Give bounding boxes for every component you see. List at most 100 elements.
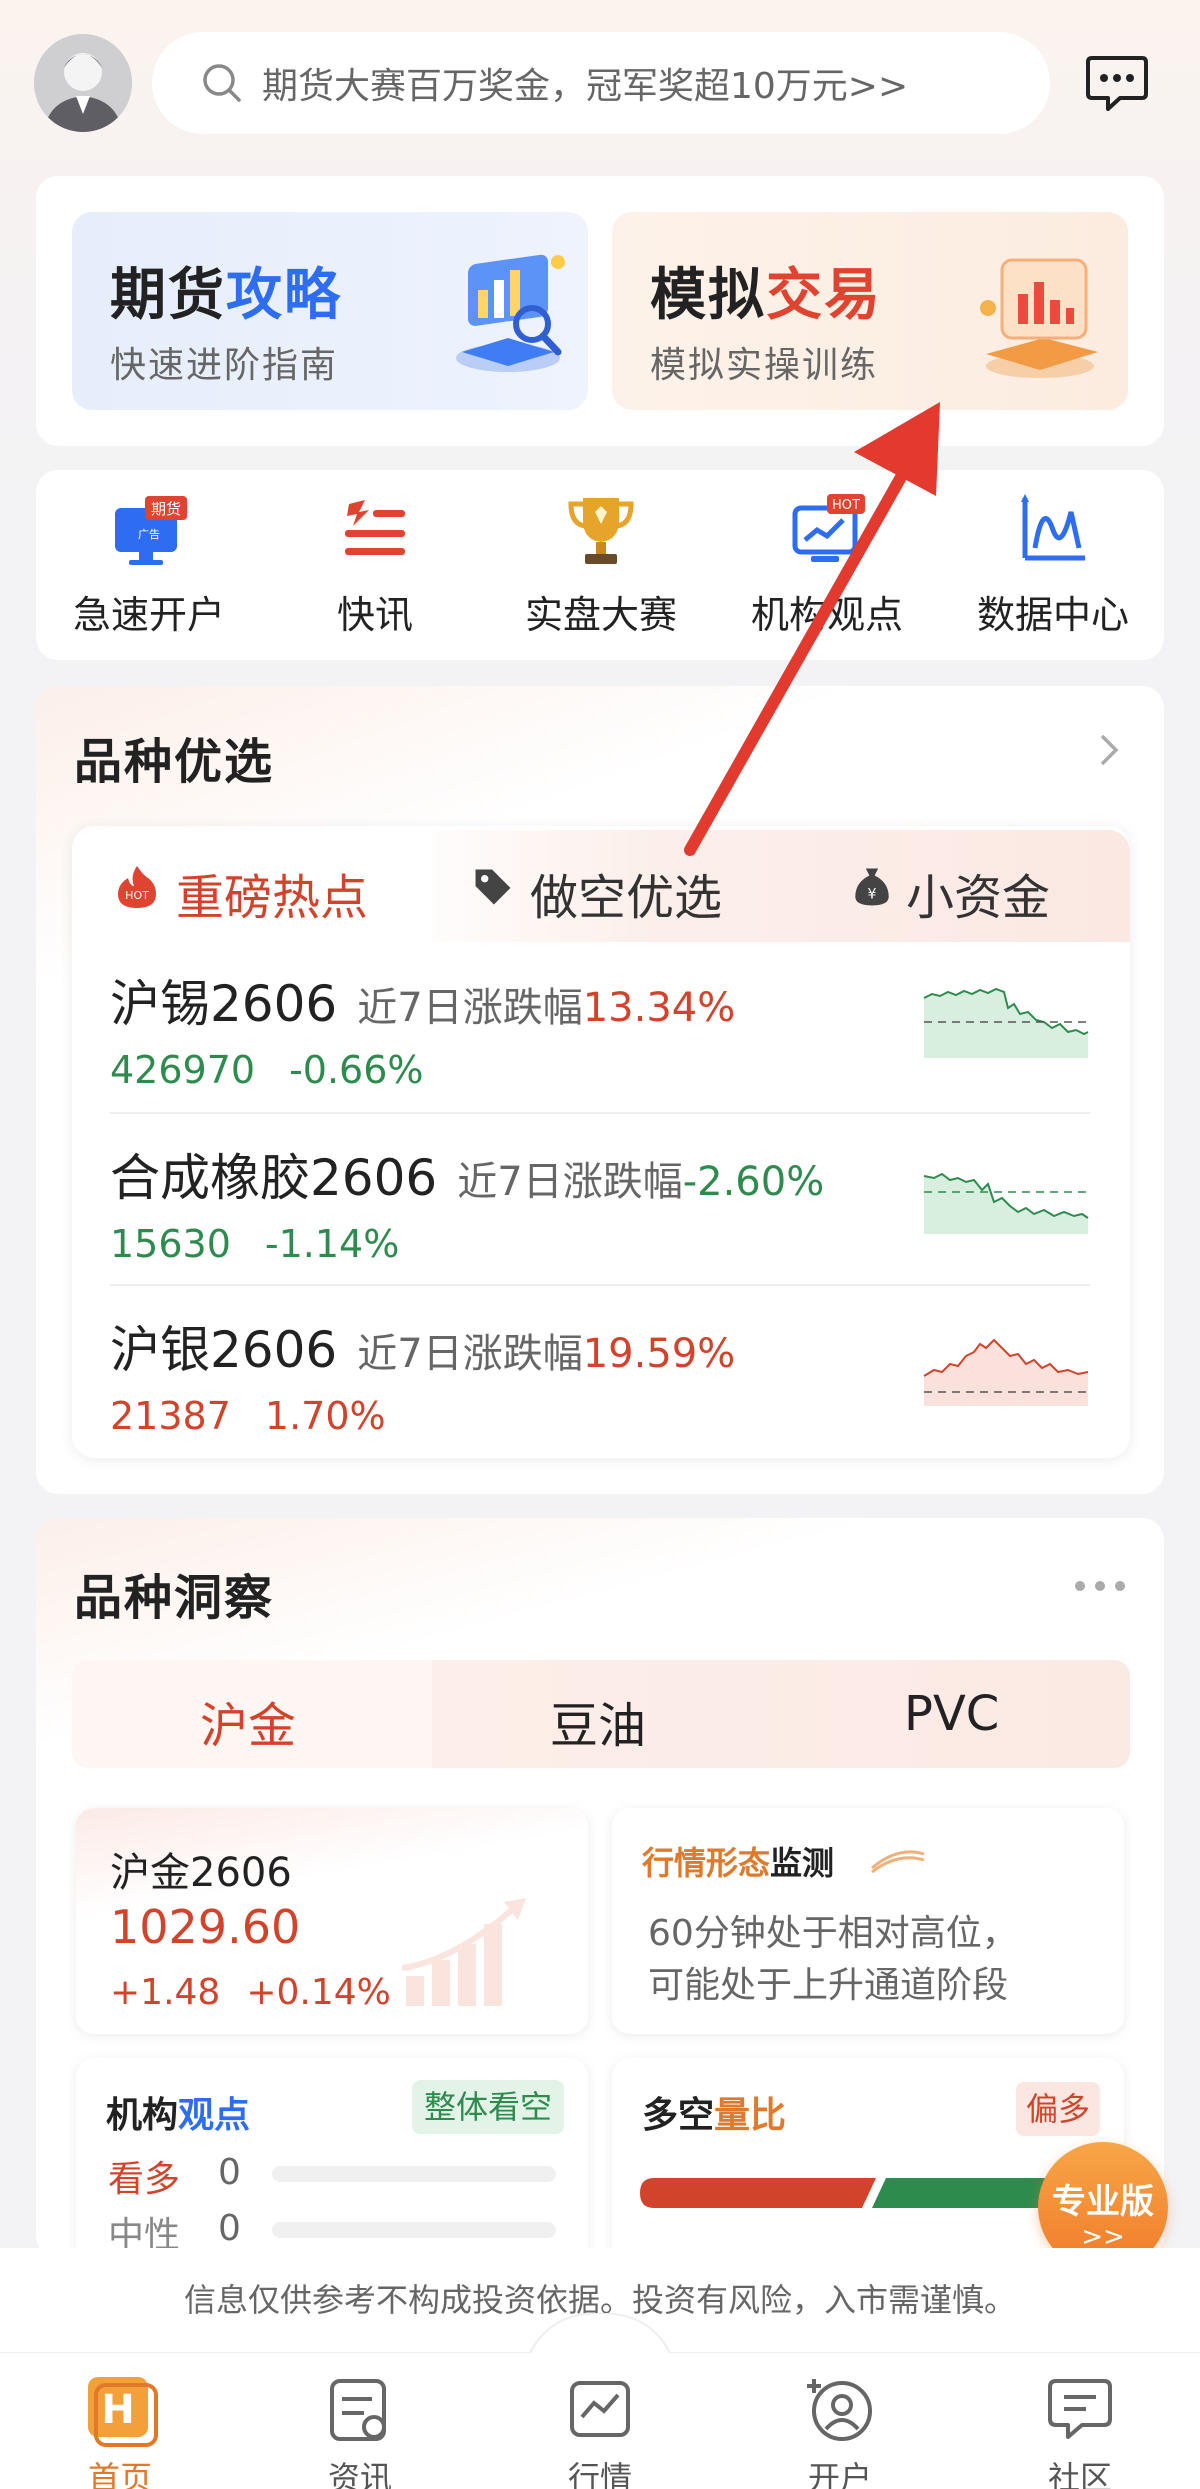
change-label: 近7日涨跌幅 [357, 985, 583, 1031]
tab-label: 资讯 [327, 2459, 392, 2489]
quick-menu-institution-view[interactable]: HOT 机构观点 [712, 490, 942, 650]
tab-pvc[interactable]: PVC [904, 1686, 999, 1742]
money-bag-icon: ¥ [855, 868, 889, 906]
message-icon[interactable] [1084, 52, 1150, 114]
change-7d: 13.34% [582, 985, 736, 1031]
tab-open-account[interactable]: 开户 [760, 2371, 920, 2489]
search-icon [203, 64, 241, 102]
swoosh-decoration-icon [871, 1850, 925, 1874]
chevron-right-icon[interactable] [1094, 730, 1124, 770]
account-badge-text: 期货 [151, 500, 181, 518]
tile-title: 模拟交易 [650, 263, 882, 328]
futures-guide-tile[interactable]: 期货攻略 快速进阶指南 [72, 212, 588, 410]
guide-illustration-icon [456, 254, 565, 372]
product-row[interactable]: 沪锡2606 近7日涨跌幅13.34% 426970 -0.66% [110, 960, 1090, 1132]
home-glyph: H [101, 2387, 134, 2433]
home-icon: H [88, 2377, 158, 2447]
institution-badge: 整体看空 [412, 2080, 565, 2134]
pro-version-label: 专业版 [1052, 2182, 1154, 2222]
hot-icon-text: HOT [125, 889, 149, 902]
institution-view-icon: HOT [792, 494, 865, 562]
product-name: 沪银2606 [110, 1321, 338, 1379]
change-7d: 19.59% [582, 1331, 736, 1377]
tab-label: 社区 [1047, 2459, 1112, 2489]
tile-title: 期货攻略 [110, 263, 342, 328]
tab-news[interactable]: 资讯 [280, 2371, 440, 2489]
quote-card[interactable]: 沪金2606 1029.60 +1.48 +0.14% [76, 1808, 588, 2034]
long-short-ratio-bar [640, 2178, 1100, 2208]
user-avatar-icon [34, 34, 132, 132]
product-name-line: 沪银2606 近7日涨跌幅19.59% [110, 1310, 735, 1382]
mock-trading-tile[interactable]: 模拟交易 模拟实操训练 [612, 212, 1128, 410]
sparkline-chart [922, 987, 1090, 1060]
pattern-title: 行情形态监测 [642, 1844, 835, 1882]
data-center-icon [1021, 494, 1085, 561]
quick-menu-label: 机构观点 [750, 593, 903, 637]
community-icon [1048, 2379, 1112, 2439]
sparkline-chart [923, 1338, 1089, 1406]
quick-menu-data-center[interactable]: 数据中心 [938, 490, 1168, 650]
news-icon [330, 2379, 386, 2441]
change-label: 近7日涨跌幅 [457, 1159, 683, 1205]
search-bar[interactable]: 期货大赛百万奖金，冠军奖超10万元>> [152, 32, 1050, 134]
money-bag-symbol: ¥ [868, 886, 877, 902]
bullish-value: 0 [218, 2152, 241, 2193]
header: 期货大赛百万奖金，冠军奖超10万元>> [0, 0, 1200, 170]
tab-gold[interactable]: 沪金 [200, 1686, 296, 1756]
selection-title: 品种优选 [74, 734, 275, 790]
product-change: -0.66% [289, 1048, 424, 1092]
trend-up-decoration-icon [401, 1898, 526, 2006]
product-quote: 21387 1.70% [110, 1394, 386, 1438]
news-flash-icon [345, 500, 405, 555]
avatar[interactable] [34, 34, 132, 132]
tab-soybean-oil[interactable]: 豆油 [550, 1686, 646, 1756]
pattern-text-line2: 可能处于上升通道阶段 [648, 1965, 1009, 2006]
change-label: 近7日涨跌幅 [357, 1331, 583, 1377]
tile-subtitle: 模拟实操训练 [650, 345, 879, 386]
row-divider [110, 1112, 1090, 1114]
product-quote: 15630 -1.14% [110, 1222, 399, 1266]
pattern-monitor-card[interactable]: 行情形态监测 60分钟处于相对高位， 可能处于上升通道阶段 [612, 1808, 1124, 2034]
hot-icon: HOT [118, 866, 156, 908]
tile-subtitle: 快速进阶指南 [110, 345, 339, 386]
bullish-label: 看多 [108, 2159, 181, 2200]
quick-menu-label: 数据中心 [976, 593, 1129, 637]
product-row[interactable]: 沪银2606 近7日涨跌幅19.59% 21387 1.70% [110, 1306, 1090, 1478]
institution-view-card[interactable]: 机构观点 整体看空 看多 0 中性 0 [76, 2058, 588, 2278]
product-quote: 426970 -0.66% [110, 1048, 424, 1092]
quick-menu-contest[interactable]: 实盘大赛 [486, 490, 716, 650]
product-name-line: 沪锡2606 近7日涨跌幅13.34% [110, 964, 735, 1036]
tab-home[interactable]: H 首页 [40, 2371, 200, 2489]
quick-menu-label: 快讯 [336, 593, 413, 637]
tab-label: 做空优选 [530, 870, 723, 926]
center-tab-bump [530, 2313, 670, 2353]
quick-menu-account-open[interactable]: 期货 广告 急速开户 [34, 490, 264, 650]
tag-icon [475, 869, 511, 905]
quick-menu-label: 实盘大赛 [524, 593, 677, 637]
insight-title: 品种洞察 [74, 1570, 275, 1626]
row-divider [110, 1284, 1090, 1286]
product-change: 1.70% [264, 1394, 386, 1438]
quick-menu-label: 急速开户 [72, 593, 225, 637]
product-price: 426970 [110, 1048, 256, 1092]
product-row[interactable]: 合成橡胶2606 近7日涨跌幅-2.60% 15630 -1.14% [110, 1134, 1090, 1306]
institution-title: 机构观点 [106, 2095, 251, 2136]
tab-label: 行情 [567, 2459, 632, 2489]
product-name: 合成橡胶2606 [110, 1149, 438, 1207]
neutral-bar [272, 2222, 556, 2238]
tab-label: 首页 [87, 2459, 152, 2489]
tab-community[interactable]: 社区 [1000, 2371, 1160, 2489]
tab-label: 小资金 [906, 870, 1051, 926]
trading-illustration-icon [980, 258, 1098, 378]
bullish-bar [272, 2166, 556, 2182]
tab-market[interactable]: 行情 [520, 2371, 680, 2489]
product-price: 15630 [110, 1222, 231, 1266]
hot-badge-text: HOT [832, 498, 860, 513]
account-open-icon: 期货 广告 [115, 496, 187, 565]
feature-card: 期货攻略 快速进阶指南 模拟交易 模拟实操训练 [36, 176, 1164, 446]
long-short-title: 多空量比 [642, 2095, 787, 2136]
quick-menu-news-flash[interactable]: 快讯 [260, 490, 490, 650]
more-icon[interactable] [1070, 1576, 1130, 1596]
trophy-icon [568, 498, 634, 564]
sparkline-chart [923, 1172, 1089, 1234]
